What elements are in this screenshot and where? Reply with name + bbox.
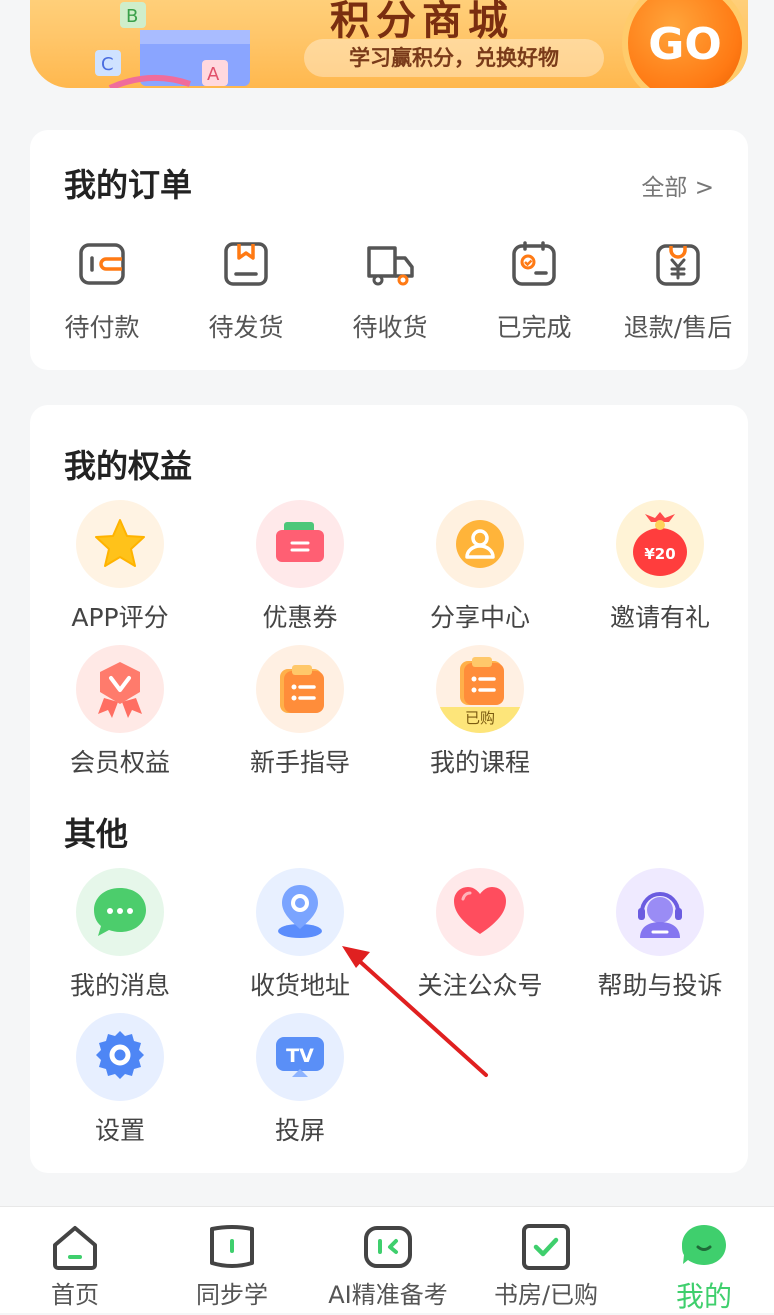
svg-text:C: C (101, 54, 114, 75)
tab-sync-study[interactable]: 同步学 (154, 1223, 310, 1310)
wallet-icon (79, 243, 125, 285)
order-refund-aftersale[interactable]: 退款/售后 (606, 240, 750, 344)
order-pending-payment[interactable]: 待付款 (30, 240, 174, 344)
bottom-tab-bar: 首页 同步学 AI精准备考 书房/已购 我的 (0, 1206, 774, 1313)
grid-item-vip-benefits[interactable]: 会员权益 (30, 645, 210, 779)
course-icon: 已购 (436, 645, 524, 733)
grid-label: 我的课程 (429, 748, 530, 777)
order-completed[interactable]: 已完成 (462, 240, 606, 344)
grid-label: 分享中心 (429, 603, 530, 632)
grid-label: 设置 (94, 1116, 145, 1145)
grid-label: APP评分 (71, 603, 169, 632)
grid-item-coupon[interactable]: 优惠券 (210, 500, 390, 634)
guide-clipboard-icon (256, 645, 344, 733)
my-orders-card: 我的订单 全部 > 待付款 待发货 待收货 已完成 退款/售后 (30, 130, 748, 370)
gear-icon (76, 1013, 164, 1101)
grid-label: 邀请有礼 (609, 603, 710, 632)
grid-item-my-courses[interactable]: 已购 我的课程 (390, 645, 570, 779)
grid-item-beginner-guide[interactable]: 新手指导 (210, 645, 390, 779)
tab-home[interactable]: 首页 (0, 1223, 153, 1310)
truck-icon (367, 246, 414, 286)
grid-item-my-messages[interactable]: 我的消息 (30, 868, 210, 1002)
banner-go-button[interactable]: GO (622, 0, 748, 88)
chat-bubble-icon (76, 868, 164, 956)
coupon-icon (256, 500, 344, 588)
bookshelf-check-icon (522, 1224, 570, 1270)
grid-item-screen-cast[interactable]: TV 投屏 (210, 1013, 390, 1147)
order-pending-shipment[interactable]: 待发货 (174, 240, 318, 344)
grid-item-share-center[interactable]: 分享中心 (390, 500, 570, 634)
grid-item-app-rating[interactable]: APP评分 (30, 500, 210, 634)
tab-mine[interactable]: 我的 (626, 1223, 774, 1315)
grid-item-help-complaint[interactable]: 帮助与投诉 (570, 868, 750, 1002)
tab-ai-exam-prep[interactable]: AI精准备考 (310, 1223, 466, 1310)
tab-label: 书房/已购 (493, 1281, 599, 1309)
headset-support-icon (616, 868, 704, 956)
star-icon (76, 500, 164, 588)
location-pin-icon (256, 868, 344, 956)
my-rights-card: 我的权益 APP评分 优惠券 分享中心 ¥20 邀请有礼 会员权益 新手指导 已… (30, 405, 748, 1173)
order-pending-receipt[interactable]: 待收货 (318, 240, 462, 344)
grid-label: 投屏 (274, 1116, 325, 1145)
tab-label: 我的 (675, 1280, 732, 1313)
grid-label: 会员权益 (69, 748, 170, 777)
svg-text:A: A (207, 64, 220, 85)
gift-box-illustration: C B A (95, 2, 250, 88)
tv-cast-icon: TV (256, 1013, 344, 1101)
grid-label: 帮助与投诉 (597, 971, 723, 1000)
order-label: 待发货 (208, 313, 284, 342)
purchased-badge-text: 已购 (465, 709, 495, 727)
banner-subtitle: 学习赢积分，兑换好物 (304, 39, 604, 77)
home-icon (53, 1226, 97, 1270)
all-orders-link[interactable]: 全部 > (641, 168, 714, 202)
grid-item-settings[interactable]: 设置 (30, 1013, 210, 1147)
others-title: 其他 (64, 815, 129, 853)
grid-label: 新手指导 (249, 748, 350, 777)
tab-label: AI精准备考 (328, 1281, 448, 1309)
invite-badge-text: ¥20 (644, 545, 675, 563)
order-label: 已完成 (496, 313, 572, 342)
points-mall-banner[interactable]: C B A 积分商城 学习赢积分，兑换好物 GO (30, 0, 748, 88)
rights-title: 我的权益 (64, 447, 193, 485)
grid-label: 收货地址 (249, 971, 350, 1000)
check-clipboard-icon (512, 241, 556, 286)
tab-study-room-purchased[interactable]: 书房/已购 (468, 1223, 624, 1310)
grid-label: 优惠券 (262, 603, 338, 632)
order-label: 待收货 (352, 313, 428, 342)
tab-label: 同步学 (196, 1281, 268, 1309)
heart-icon (436, 868, 524, 956)
orders-title: 我的订单 (64, 166, 193, 204)
grid-item-invite-gift[interactable]: ¥20 邀请有礼 (570, 500, 750, 634)
grid-item-follow-account[interactable]: 关注公众号 (390, 868, 570, 1002)
tab-label: 首页 (51, 1281, 99, 1309)
order-label: 待付款 (64, 313, 140, 342)
vip-badge-icon (76, 645, 164, 733)
ai-screen-icon (364, 1226, 412, 1268)
share-person-icon (436, 500, 524, 588)
svg-text:B: B (126, 6, 138, 27)
profile-face-icon (682, 1225, 726, 1265)
refund-bag-icon (656, 244, 700, 286)
grid-item-shipping-address[interactable]: 收货地址 (210, 868, 390, 1002)
order-label: 退款/售后 (623, 313, 733, 342)
svg-text:TV: TV (286, 1045, 314, 1067)
red-envelope-icon: ¥20 (616, 500, 704, 588)
package-icon (224, 242, 268, 286)
grid-label: 我的消息 (69, 971, 170, 1000)
grid-label: 关注公众号 (417, 971, 543, 1000)
book-icon (210, 1225, 254, 1268)
